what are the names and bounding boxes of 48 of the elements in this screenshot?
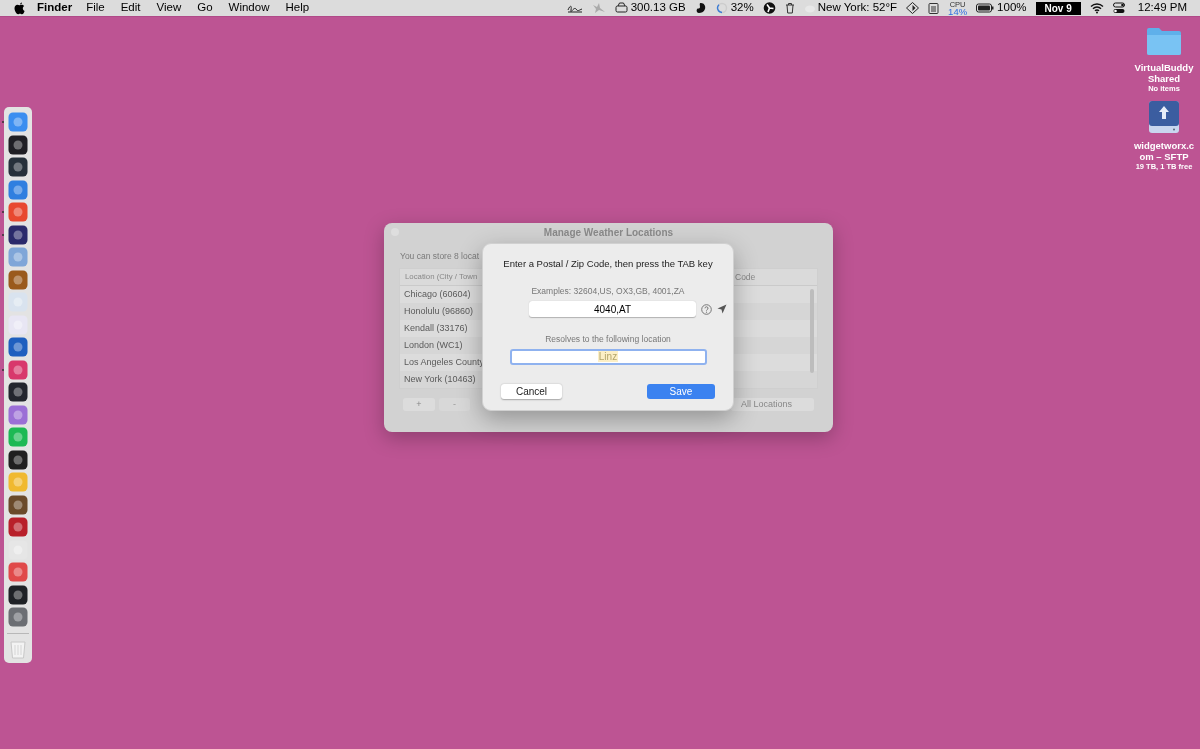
weather-text[interactable]: New York: 52°F bbox=[817, 0, 898, 17]
clipboard-icon[interactable] bbox=[928, 2, 940, 14]
menu-item[interactable]: Edit bbox=[120, 0, 141, 17]
menu-item[interactable]: View bbox=[156, 0, 182, 17]
location-row[interactable]: Kendall (33176) bbox=[404, 321, 484, 336]
apple-menu-icon[interactable] bbox=[14, 1, 25, 15]
app-icon[interactable] bbox=[8, 134, 28, 155]
fan-icon[interactable] bbox=[762, 2, 776, 14]
sheet-prompt: Enter a Postal / Zip Code, then press the TAB key bbox=[503, 257, 713, 271]
app-icon[interactable] bbox=[8, 224, 28, 245]
menu-app-name[interactable]: Finder bbox=[37, 0, 73, 17]
help-icon[interactable] bbox=[701, 303, 712, 315]
desktop-item-label[interactable]: VirtualBuddy Shared bbox=[1132, 62, 1196, 84]
date-badge[interactable]: Nov 9 bbox=[1035, 1, 1081, 15]
clock-text[interactable]: 12:49 PM bbox=[1137, 0, 1187, 17]
desktop-item-label[interactable]: widgetworx.com – SFTP bbox=[1132, 140, 1196, 162]
window-title: Manage Weather Locations bbox=[543, 225, 674, 240]
postal-code-field[interactable]: 4040,AT bbox=[529, 301, 696, 317]
location-value: Linz bbox=[597, 351, 619, 363]
trash-icon[interactable] bbox=[784, 2, 795, 14]
location-row[interactable]: New York (10463) bbox=[404, 372, 484, 387]
battery-icon[interactable] bbox=[976, 2, 995, 14]
control-center-icon[interactable] bbox=[1112, 2, 1125, 14]
location-row[interactable]: London (WC1) bbox=[404, 338, 484, 353]
app-icon[interactable] bbox=[8, 449, 28, 470]
examples-text: Examples: 32604,US, OX3,GB, 4001,ZA bbox=[531, 285, 685, 298]
menu-item[interactable]: Help bbox=[285, 0, 310, 17]
cancel-button[interactable]: Cancel bbox=[501, 383, 562, 399]
save-button[interactable]: Save bbox=[647, 383, 715, 399]
progress-text[interactable]: 32% bbox=[730, 0, 754, 17]
progress-ring-icon[interactable] bbox=[715, 2, 728, 14]
app-icon[interactable] bbox=[8, 494, 28, 515]
network-drive-icon[interactable] bbox=[1148, 100, 1180, 134]
location-arrow-icon[interactable] bbox=[717, 304, 727, 314]
location-row[interactable]: Chicago (60604) bbox=[404, 287, 484, 302]
resolves-label: Resolves to the following location bbox=[545, 333, 671, 346]
app-icon[interactable] bbox=[8, 157, 28, 177]
menu-item[interactable]: Window bbox=[228, 0, 270, 17]
menu-item[interactable]: File bbox=[86, 0, 105, 17]
location-row[interactable]: Honolulu (96860) bbox=[404, 304, 484, 319]
intro-text: You can store 8 locat bbox=[400, 250, 480, 262]
menu-item[interactable]: Go bbox=[197, 0, 213, 17]
app-icon[interactable] bbox=[8, 584, 28, 605]
wifi-icon[interactable] bbox=[1089, 2, 1104, 14]
battery-text[interactable]: 100% bbox=[997, 0, 1027, 17]
app-icon[interactable] bbox=[8, 382, 28, 402]
drive-icon[interactable] bbox=[614, 2, 628, 14]
disk-space-text[interactable]: 300.13 GB bbox=[630, 0, 686, 17]
